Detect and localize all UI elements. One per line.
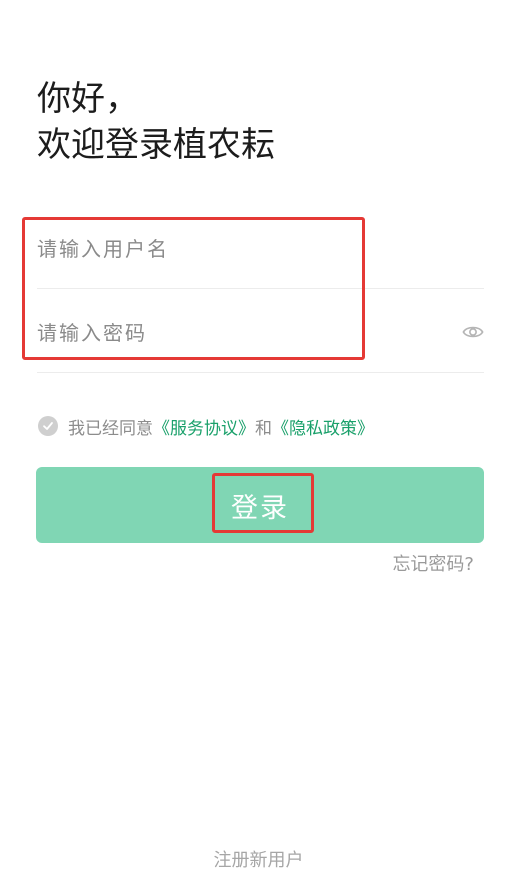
greeting-title: 你好， 欢迎登录植农耘 bbox=[37, 76, 275, 168]
password-field bbox=[37, 289, 484, 373]
privacy-link[interactable]: 《隐私政策》 bbox=[272, 414, 374, 439]
username-input[interactable] bbox=[37, 229, 437, 269]
checkbox-icon[interactable] bbox=[38, 416, 58, 436]
forgot-password-link[interactable]: 忘记密码? bbox=[392, 550, 474, 576]
greeting-line-2: 欢迎登录植农耘 bbox=[37, 125, 275, 165]
username-field bbox=[37, 205, 484, 289]
register-link[interactable]: 注册新用户 bbox=[0, 846, 517, 872]
terms-link[interactable]: 《服务协议》 bbox=[153, 414, 255, 439]
password-input[interactable] bbox=[37, 313, 437, 353]
greeting-line-1: 你好， bbox=[37, 79, 139, 119]
agreement-row: 我已经同意 《服务协议》 和 《隐私政策》 bbox=[38, 414, 374, 439]
eye-icon[interactable] bbox=[462, 321, 484, 343]
login-button[interactable]: 登录 bbox=[36, 467, 484, 543]
agreement-and: 和 bbox=[255, 418, 272, 439]
agreement-prefix: 我已经同意 bbox=[68, 418, 153, 439]
